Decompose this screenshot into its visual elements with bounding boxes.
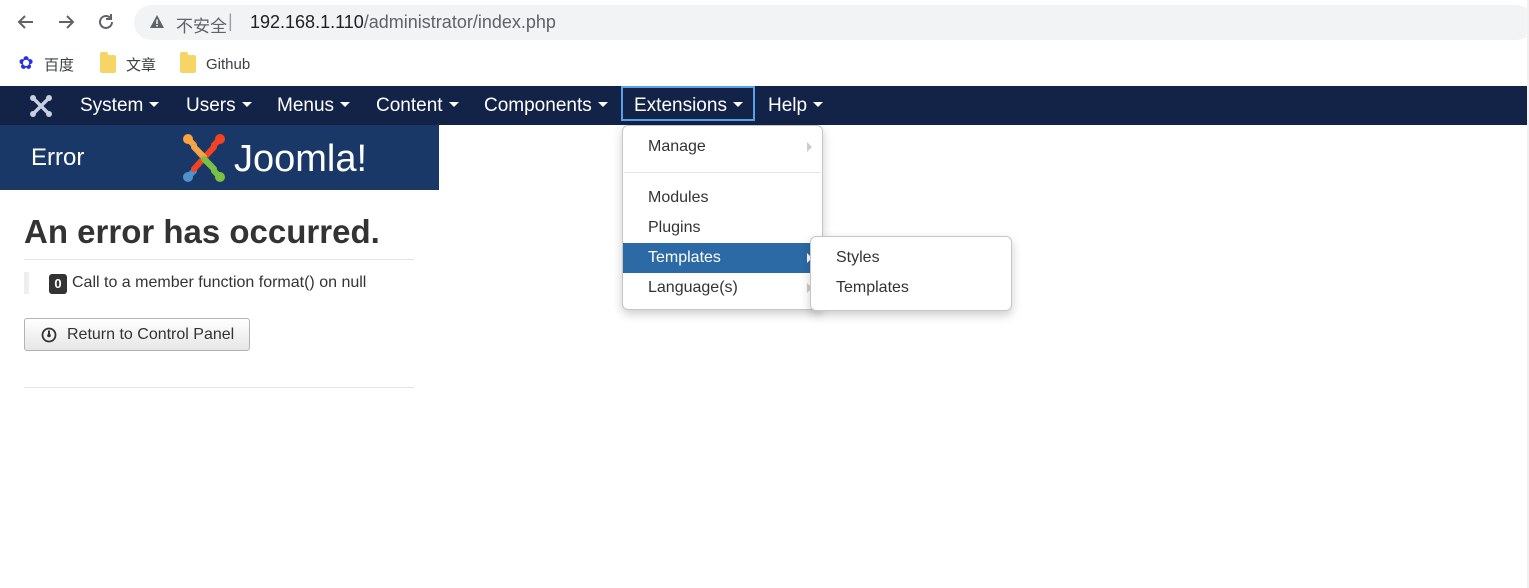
menu-item-label: Manage	[648, 138, 706, 155]
joomla-icon[interactable]	[28, 93, 54, 119]
templates-submenu: Styles Templates	[810, 236, 1012, 311]
bookmarks-bar: ✿ 百度 文章 Github	[0, 44, 1529, 84]
menu-item-languages[interactable]: Language(s)	[623, 273, 822, 303]
menu-help[interactable]: Help	[768, 86, 824, 125]
folder-icon	[180, 52, 196, 73]
logo-text: Joomla!	[234, 138, 367, 180]
bookmark-label: 文章	[126, 56, 157, 74]
reload-button[interactable]	[94, 10, 118, 34]
submenu-item-styles[interactable]: Styles	[811, 243, 1011, 273]
submenu-item-templates[interactable]: Templates	[811, 273, 1011, 303]
url-text[interactable]: 192.168.1.110/administrator/index.php	[250, 12, 556, 33]
menu-item-templates[interactable]: Templates	[623, 243, 822, 273]
arrow-left-icon	[17, 15, 33, 29]
divider	[24, 259, 414, 260]
bookmark-github[interactable]: Github	[180, 52, 251, 75]
menu-extensions[interactable]: Extensions	[621, 86, 755, 121]
menu-divider	[624, 172, 821, 173]
menu-item-modules[interactable]: Modules	[623, 183, 822, 213]
error-message: Call to a member function format() on nu…	[72, 274, 367, 291]
menu-item-label: Templates	[836, 279, 909, 296]
menu-menus[interactable]: Menus	[277, 86, 351, 125]
menu-system[interactable]: System	[80, 86, 160, 125]
menu-item-manage[interactable]: Manage	[623, 132, 822, 162]
caret-down-icon	[149, 102, 160, 108]
joomla-logo: Joomla!	[183, 134, 367, 182]
menu-item-label: Modules	[648, 189, 709, 206]
menu-content[interactable]: Content	[376, 86, 459, 125]
menu-label: Extensions	[634, 95, 727, 116]
browser-toolbar: 不安全 | 192.168.1.110/administrator/index.…	[0, 0, 1529, 44]
menu-label: Menus	[277, 95, 335, 116]
error-code-badge: 0	[49, 274, 67, 294]
return-to-control-panel-button[interactable]: Return to Control Panel	[24, 318, 250, 351]
url-host: 192.168.1.110	[250, 12, 364, 32]
blockquote-bar	[24, 272, 29, 294]
baidu-icon: ✿	[18, 53, 34, 74]
caret-down-icon	[340, 102, 351, 108]
address-bar[interactable]: 不安全 | 192.168.1.110/administrator/index.…	[134, 5, 1529, 40]
menu-label: System	[80, 95, 144, 116]
reload-icon	[99, 14, 113, 29]
menu-item-label: Plugins	[648, 219, 701, 236]
warning-icon[interactable]	[149, 14, 165, 30]
caret-down-icon	[241, 102, 252, 108]
chevron-right-icon	[807, 142, 812, 152]
menu-item-label: Styles	[836, 249, 880, 266]
bookmark-articles[interactable]: 文章	[100, 52, 157, 75]
security-label[interactable]: 不安全	[176, 12, 227, 37]
error-heading: An error has occurred.	[24, 213, 380, 250]
bookmark-label: Github	[206, 55, 251, 73]
menu-label: Users	[186, 95, 236, 116]
back-button[interactable]	[14, 10, 38, 34]
page-header: Error Joomla!	[0, 125, 439, 190]
menu-item-plugins[interactable]: Plugins	[623, 213, 822, 243]
url-path: /administrator/index.php	[363, 12, 556, 32]
caret-down-icon	[448, 102, 459, 108]
separator: |	[228, 11, 233, 31]
caret-down-icon	[813, 102, 824, 108]
menu-label: Help	[768, 95, 808, 116]
dashboard-icon	[41, 327, 57, 343]
caret-down-icon	[597, 102, 608, 108]
menu-label: Content	[376, 95, 443, 116]
extensions-dropdown: Manage Modules Plugins Templates Languag…	[622, 125, 823, 310]
menu-label: Components	[484, 95, 592, 116]
caret-down-icon	[732, 102, 743, 108]
bookmark-label: 百度	[44, 56, 75, 74]
forward-button[interactable]	[54, 10, 78, 34]
menu-components[interactable]: Components	[484, 86, 608, 125]
menu-users[interactable]: Users	[186, 86, 252, 125]
folder-icon	[100, 52, 116, 73]
menu-item-label: Language(s)	[648, 279, 738, 296]
bookmark-baidu[interactable]: ✿ 百度	[18, 53, 74, 75]
admin-navbar: System Users Menus Content Components Ex…	[0, 86, 1529, 125]
arrow-right-icon	[59, 15, 75, 29]
menu-item-label: Templates	[648, 249, 721, 266]
page-title: Error	[31, 144, 85, 171]
divider	[24, 387, 414, 388]
button-label: Return to Control Panel	[67, 326, 235, 343]
